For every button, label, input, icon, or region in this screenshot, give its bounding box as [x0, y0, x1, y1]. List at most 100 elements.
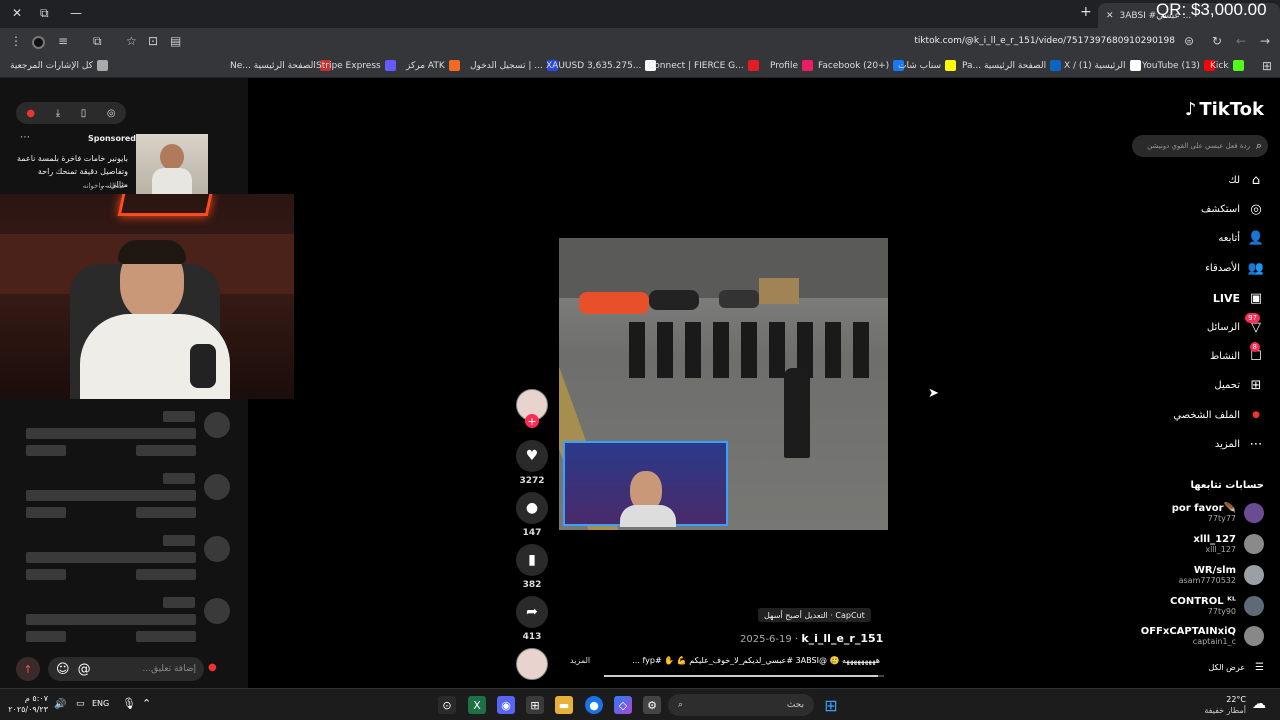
bookmark-item[interactable]: Connect | FIERCE G... — [648, 60, 759, 71]
follow-plus-icon[interactable]: + — [525, 414, 539, 428]
music-disc-avatar[interactable] — [516, 648, 548, 680]
network-icon[interactable]: ▭ — [76, 699, 85, 709]
extensions-icon[interactable]: ⧉ — [93, 34, 102, 49]
heart-icon[interactable]: ♥ — [516, 440, 548, 472]
tiktok-mini-icon[interactable]: ● — [26, 108, 35, 119]
friends-icon: 👥 — [1247, 260, 1265, 276]
clock[interactable]: ٥:٠٧ م ٢٠٢٥/٠٩/٢٣ — [8, 693, 48, 715]
discord-app-icon[interactable]: ◉ — [497, 696, 515, 714]
store-app-icon[interactable]: ⊞ — [526, 696, 544, 714]
cast-icon[interactable]: ▤ — [170, 34, 181, 48]
nav-item[interactable]: ⊞ تحميل — [1214, 377, 1264, 393]
bookmark-item[interactable]: تسجيل الدخول | ... — [470, 60, 558, 71]
screenshot-icon[interactable]: ⊡ — [148, 34, 158, 48]
download-icon[interactable]: ⤓ — [56, 108, 60, 119]
phone-icon[interactable]: ▯ — [81, 108, 87, 119]
nav-item[interactable]: 👥 الأصدقاء — [1205, 260, 1264, 276]
followed-name: OFFxCAPTAINxiQ — [1140, 626, 1236, 637]
bookmark-item[interactable]: Kick — [1210, 60, 1244, 71]
bookmark-icon[interactable]: ▮ — [516, 544, 548, 576]
rain-cloud-icon: ☁ — [1252, 696, 1266, 712]
capcut-label[interactable]: CapCut · التعديل أصبح أسهل — [758, 608, 871, 622]
chrome-app-icon[interactable]: ● — [585, 696, 603, 714]
microphone — [190, 344, 216, 388]
bookmark-item[interactable]: مركز ATK — [406, 60, 460, 71]
emoji-icon[interactable]: ☺ — [56, 662, 70, 677]
new-tab-button[interactable]: + — [1080, 4, 1092, 20]
bookmark-label: Connect | FIERCE G... — [648, 60, 744, 71]
followed-account[interactable]: por favor🪶 77ty77 — [1172, 503, 1264, 523]
followed-handle: xlll_127 — [1205, 545, 1236, 554]
nav-item[interactable]: ● الملف الشخصي — [1173, 407, 1264, 423]
taskbar-search[interactable]: بحث ⌕ — [668, 694, 814, 716]
followed-account[interactable]: WR/slm asam7770532 — [1179, 565, 1264, 585]
url-field[interactable]: tiktok.com/@k_i_ll_e_r_151/video/7517397… — [870, 36, 1175, 46]
reload-icon[interactable]: ↻ — [1212, 34, 1222, 48]
nav-item[interactable]: ⌂ لك — [1229, 172, 1264, 188]
send-comment-button[interactable]: ↑ — [16, 657, 40, 681]
bookmark-list: كل الإشارات المرجعية Ne... الصفحة الرئيسي… — [0, 56, 1255, 78]
compass-small-icon[interactable]: ◎ — [107, 108, 116, 119]
weather-widget[interactable]: 22°C أمطار خفيفة — [1198, 694, 1246, 716]
nav-item[interactable]: ⋯ المزيد — [1215, 436, 1264, 452]
obs-app-icon[interactable]: ⊙ — [438, 696, 456, 714]
bookmark-item[interactable]: Pa... الصفحة الرئيسية — [962, 60, 1062, 71]
bookmark-item[interactable]: كل الإشارات المرجعية — [10, 60, 108, 71]
bookmark-item[interactable]: XAUUSD 3,635.275... — [546, 60, 657, 71]
search-icon[interactable]: ⌕ — [1256, 139, 1262, 153]
search-bar[interactable]: ردة فعل عبسي على القوي دونيشن ⌕ — [1132, 135, 1268, 157]
mini-player-controls: ● ⤓ ▯ ◎ — [16, 102, 126, 124]
ad-thumbnail[interactable] — [136, 134, 208, 194]
comment-input[interactable]: إضافة تعليق... ☺ @ — [48, 657, 204, 681]
tiktok-logo[interactable]: ♪ TikTok — [1185, 99, 1264, 120]
followed-account[interactable]: OFFxCAPTAINxiQ captain1_c — [1141, 626, 1264, 646]
author-name[interactable]: k_i_ll_e_r_151 — [801, 632, 883, 645]
speaker-icon[interactable]: 🔊 — [54, 699, 66, 710]
nav-item[interactable]: ▣ LIVE — [1213, 290, 1264, 306]
nav-item[interactable]: ◎ استكشف — [1201, 201, 1264, 217]
video-player[interactable] — [559, 238, 888, 530]
mic-icon[interactable]: 🎙 — [122, 697, 136, 710]
nav-item[interactable]: 👤 أتابعه — [1218, 230, 1264, 246]
caption-more-link[interactable]: المزيد — [570, 656, 590, 665]
profile-avatar-icon[interactable] — [32, 36, 45, 49]
reading-list-icon[interactable]: ≡ — [58, 34, 68, 48]
forward-icon[interactable]: ← — [1236, 34, 1246, 48]
see-all-link[interactable]: ☰ عرض الكل — [1208, 662, 1264, 673]
copilot-app-icon[interactable]: ◇ — [614, 696, 632, 714]
tray-chevron-icon[interactable]: ⌃ — [142, 697, 151, 710]
language-indicator[interactable]: ENG — [92, 699, 109, 708]
browser-titlebar: ✕ ⧉ — + ✕ 3ABSI #عبسي ... QR: $3,000.00 — [0, 0, 1280, 28]
tiktok-note-icon: ♪ — [1184, 99, 1197, 120]
nav-item[interactable]: ▽ 97 الرسائل — [1207, 313, 1264, 335]
followed-account[interactable]: CONTROL ᴷᴸ 77ty90 — [1170, 596, 1264, 616]
nav-item[interactable]: ☐ 8 النشاط — [1210, 342, 1264, 364]
bookmark-item[interactable]: X / الرئيسية (1) — [1064, 60, 1141, 71]
ad-more-icon[interactable]: ⋯ — [20, 132, 30, 143]
bookmark-star-icon[interactable]: ☆ — [126, 34, 137, 48]
bookmark-item[interactable]: سناب شات — [898, 60, 957, 71]
mention-icon[interactable]: @ — [78, 662, 91, 677]
settings-app-icon[interactable]: ⚙ — [643, 696, 661, 714]
share-icon[interactable]: ➦ — [516, 596, 548, 628]
tab-close-icon[interactable]: ✕ — [1106, 11, 1114, 21]
bookmark-item[interactable]: YouTube (13) — [1142, 60, 1215, 71]
bookmark-item[interactable]: Stripe Express — [316, 60, 396, 71]
restore-window-icon[interactable]: ⧉ — [40, 6, 49, 21]
progress-track[interactable] — [604, 675, 884, 677]
user-avatar-small[interactable]: ● — [208, 662, 217, 673]
explorer-app-icon[interactable]: ▬ — [555, 696, 573, 714]
close-window-icon[interactable]: ✕ — [12, 6, 22, 20]
bookmark-item[interactable]: Facebook (20+) — [818, 60, 905, 71]
followed-account[interactable]: xlll_127 xlll_127 — [1193, 534, 1264, 554]
windows-start-icon[interactable]: ⊞ — [822, 696, 840, 715]
excel-app-icon[interactable]: X — [468, 696, 486, 714]
menu-dots-icon[interactable]: ⋮ — [10, 34, 22, 48]
minimize-window-icon[interactable]: — — [70, 6, 82, 20]
apps-grid-icon[interactable]: ⊞ — [1262, 59, 1272, 73]
bookmark-item[interactable]: Profile — [770, 60, 813, 71]
comment-icon[interactable]: ● — [516, 492, 548, 524]
back-icon[interactable]: → — [1260, 34, 1270, 48]
site-settings-icon[interactable]: ⊜ — [1184, 34, 1194, 48]
followed-avatar — [1244, 626, 1264, 646]
